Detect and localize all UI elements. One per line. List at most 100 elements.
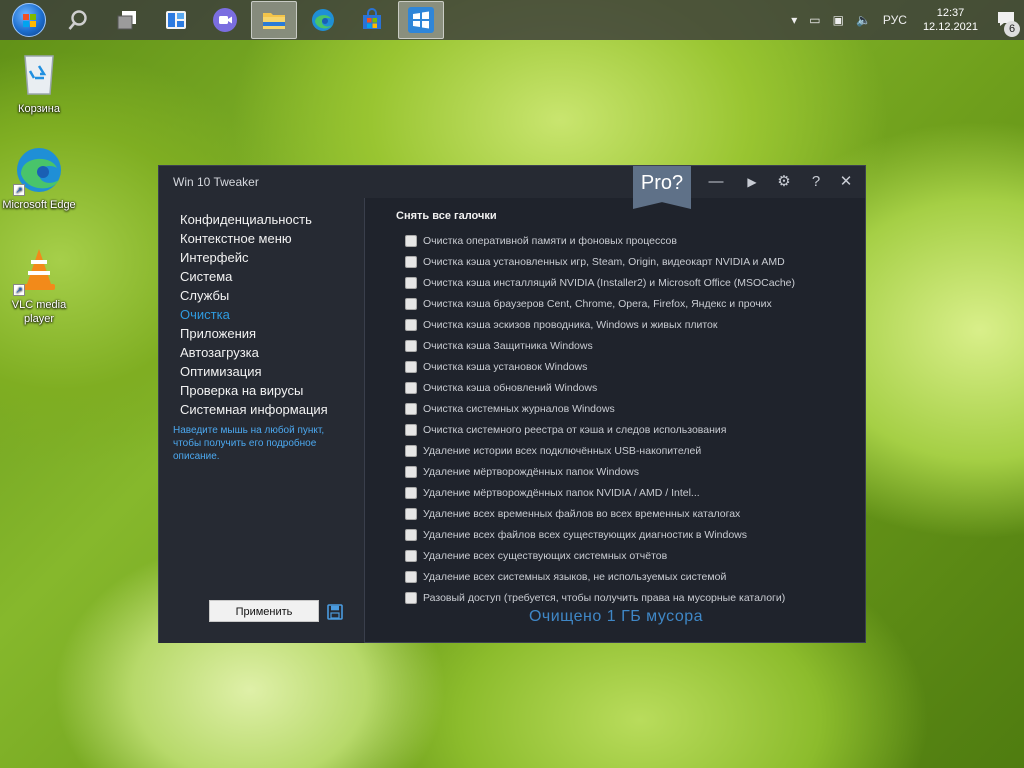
sidebar-item-privacy[interactable]: Конфиденциальность <box>180 210 328 229</box>
start-button[interactable] <box>6 1 52 39</box>
recycle-bin-icon <box>15 50 63 98</box>
win10-tweaker-button[interactable] <box>398 1 444 39</box>
option-checkbox[interactable] <box>405 444 417 457</box>
option-label: Очистка кэша установленных игр, Steam, O… <box>423 255 785 268</box>
option-checkbox[interactable] <box>405 423 417 436</box>
notification-center-button[interactable]: 6 <box>996 9 1020 37</box>
cleanup-option[interactable]: Очистка системных журналов Windows <box>405 398 851 419</box>
option-checkbox[interactable] <box>405 549 417 562</box>
cleanup-option[interactable]: Удаление истории всех подключённых USB-н… <box>405 440 851 461</box>
system-tray: ▾ ▭ ▣ 🔈 РУС 12:37 12.12.2021 6 <box>785 0 1024 40</box>
cleanup-option[interactable]: Разовый доступ (требуется, чтобы получит… <box>405 587 851 608</box>
sidebar-item-startup[interactable]: Автозагрузка <box>180 343 328 362</box>
cleanup-option[interactable]: Очистка кэша установленных игр, Steam, O… <box>405 251 851 272</box>
window-title: Win 10 Tweaker <box>173 175 259 189</box>
option-checkbox[interactable] <box>405 318 417 331</box>
option-checkbox[interactable] <box>405 381 417 394</box>
close-button[interactable]: ✕ <box>835 172 857 192</box>
cleanup-option[interactable]: Очистка кэша установок Windows <box>405 356 851 377</box>
cleanup-option[interactable]: Очистка системного реестра от кэша и сле… <box>405 419 851 440</box>
option-label: Очистка системных журналов Windows <box>423 402 615 415</box>
sidebar-item-cleanup[interactable]: Очистка <box>180 305 328 324</box>
option-label: Разовый доступ (требуется, чтобы получит… <box>423 591 786 604</box>
settings-button[interactable]: ⚙ <box>773 172 795 192</box>
clock[interactable]: 12:37 12.12.2021 <box>923 6 978 34</box>
search-icon <box>68 10 87 30</box>
shortcut-arrow-icon: ↗ <box>13 284 25 296</box>
desktop-icon-vlc[interactable]: ↗ VLC media player <box>1 246 77 326</box>
help-button[interactable]: ? <box>805 172 827 192</box>
option-label: Удаление всех системных языков, не испол… <box>423 570 727 583</box>
battery-icon[interactable]: ▭ <box>809 13 820 27</box>
pro-button[interactable]: Pro? <box>633 166 691 209</box>
uncheck-all-link[interactable]: Снять все галочки <box>396 208 851 224</box>
task-view-icon <box>117 11 136 30</box>
option-checkbox[interactable] <box>405 339 417 352</box>
sidebar-item-virus-scan[interactable]: Проверка на вирусы <box>180 381 328 400</box>
run-button[interactable]: ▶ <box>741 172 763 192</box>
save-icon[interactable] <box>327 604 343 620</box>
clock-date: 12.12.2021 <box>922 21 978 33</box>
vlc-icon: ↗ <box>13 246 63 296</box>
cleanup-option[interactable]: Очистка кэша обновлений Windows <box>405 377 851 398</box>
option-label: Очистка кэша обновлений Windows <box>423 381 598 394</box>
desktop-icon-recycle-bin[interactable]: Корзина <box>1 50 77 116</box>
chevron-up-icon[interactable]: ▾ <box>791 13 797 27</box>
cleanup-option[interactable]: Удаление всех файлов всех существующих д… <box>405 524 851 545</box>
search-button[interactable] <box>55 1 101 39</box>
option-checkbox[interactable] <box>405 486 417 499</box>
cleanup-panel: Снять все галочки Очистка оперативной па… <box>381 208 851 625</box>
widgets-button[interactable] <box>153 1 199 39</box>
volume-icon[interactable]: 🔈 <box>856 13 871 27</box>
minimize-button[interactable]: — <box>705 172 727 192</box>
task-view-button[interactable] <box>104 1 150 39</box>
option-label: Очистка кэша Защитника Windows <box>423 339 593 352</box>
meet-button[interactable] <box>202 1 248 39</box>
option-label: Удаление всех файлов всех существующих д… <box>423 528 747 541</box>
cleanup-status: Очищено 1 ГБ мусора <box>528 608 704 625</box>
option-checkbox[interactable] <box>405 276 417 289</box>
edge-button[interactable] <box>300 1 346 39</box>
store-button[interactable] <box>349 1 395 39</box>
cleanup-option[interactable]: Очистка кэша Защитника Windows <box>405 335 851 356</box>
edge-icon: ↗ <box>13 146 63 196</box>
cleanup-option[interactable]: Очистка кэша инсталляций NVIDIA (Install… <box>405 272 851 293</box>
option-checkbox[interactable] <box>405 570 417 583</box>
network-icon[interactable]: ▣ <box>833 13 844 27</box>
cleanup-option[interactable]: Удаление всех системных языков, не испол… <box>405 566 851 587</box>
cleanup-option[interactable]: Очистка оперативной памяти и фоновых про… <box>405 230 851 251</box>
windows-logo-icon <box>12 3 46 37</box>
option-checkbox[interactable] <box>405 465 417 478</box>
option-checkbox[interactable] <box>405 528 417 541</box>
file-explorer-button[interactable] <box>251 1 297 39</box>
option-checkbox[interactable] <box>405 591 417 604</box>
sidebar: Конфиденциальность Контекстное меню Инте… <box>159 198 365 643</box>
apply-button[interactable]: Применить <box>209 600 319 622</box>
sidebar-item-system[interactable]: Система <box>180 267 328 286</box>
notification-count-badge: 6 <box>1004 21 1020 37</box>
sidebar-item-applications[interactable]: Приложения <box>180 324 328 343</box>
sidebar-item-services[interactable]: Службы <box>180 286 328 305</box>
option-label: Очистка кэша установок Windows <box>423 360 588 373</box>
option-checkbox[interactable] <box>405 234 417 247</box>
sidebar-item-optimization[interactable]: Оптимизация <box>180 362 328 381</box>
option-checkbox[interactable] <box>405 507 417 520</box>
sidebar-item-system-info[interactable]: Системная информация <box>180 400 328 419</box>
cleanup-option[interactable]: Очистка кэша эскизов проводника, Windows… <box>405 314 851 335</box>
cleanup-option[interactable]: Удаление мёртворождённых папок NVIDIA / … <box>405 482 851 503</box>
option-checkbox[interactable] <box>405 402 417 415</box>
option-checkbox[interactable] <box>405 297 417 310</box>
cleanup-option[interactable]: Удаление мёртворождённых папок Windows <box>405 461 851 482</box>
option-checkbox[interactable] <box>405 255 417 268</box>
cleanup-option[interactable]: Удаление всех существующих системных отч… <box>405 545 851 566</box>
cleanup-option[interactable]: Очистка кэша браузеров Cent, Chrome, Ope… <box>405 293 851 314</box>
folder-icon <box>263 13 285 29</box>
option-checkbox[interactable] <box>405 360 417 373</box>
language-indicator[interactable]: РУС <box>883 13 907 27</box>
meet-icon <box>213 8 237 32</box>
desktop-icon-edge[interactable]: ↗ Microsoft Edge <box>1 146 77 212</box>
sidebar-item-interface[interactable]: Интерфейс <box>180 248 328 267</box>
cleanup-option[interactable]: Удаление всех временных файлов во всех в… <box>405 503 851 524</box>
sidebar-item-context-menu[interactable]: Контекстное меню <box>180 229 328 248</box>
sidebar-nav: Конфиденциальность Контекстное меню Инте… <box>180 210 328 419</box>
